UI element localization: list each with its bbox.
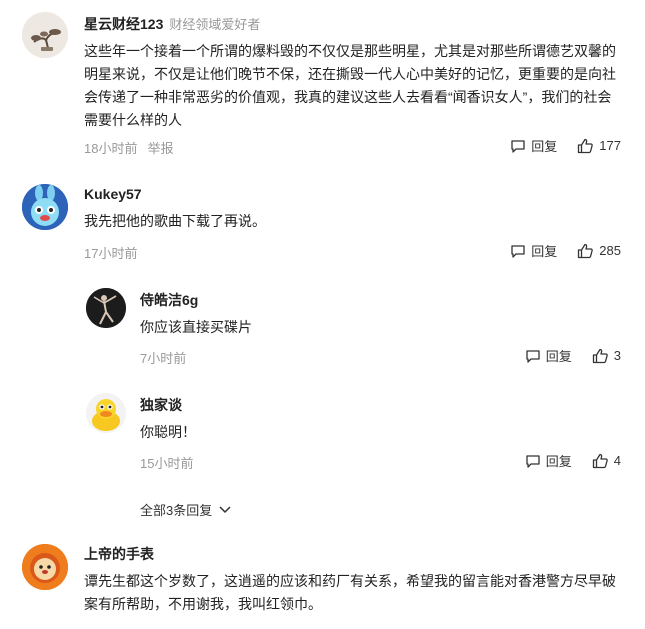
yellow-duck-avatar-icon <box>86 393 126 433</box>
reply-label: 回复 <box>531 244 558 259</box>
user-avatar[interactable] <box>86 288 126 328</box>
comment-text: 这些年一个接着一个所谓的爆料毁的不仅仅是那些明星，尤其是对那些所谓德艺双馨的明星… <box>84 43 616 128</box>
reply-label: 回复 <box>545 454 572 469</box>
username[interactable]: 星云财经123 财经领域爱好者 <box>84 14 260 34</box>
username[interactable]: 上帝的手表 <box>84 544 154 564</box>
chevron-down-icon <box>219 505 231 513</box>
reply-icon <box>526 454 540 468</box>
user-avatar[interactable] <box>22 544 68 590</box>
comment-time: 7小时前 <box>140 351 187 366</box>
user-avatar[interactable] <box>22 184 68 230</box>
dancer-avatar-icon <box>86 288 126 328</box>
reply-button[interactable]: 回复 <box>525 346 572 365</box>
comment-actions: 回复 177 <box>510 136 621 155</box>
reply-icon <box>526 349 540 363</box>
blue-bunny-avatar-icon <box>22 184 68 230</box>
comment-text: 谭先生都这个岁数了，这逍遥的应该和药厂有关系，希望我的留言能对香港警方尽早破案有… <box>84 573 616 612</box>
cartoon-lion-avatar-icon <box>22 544 68 590</box>
username[interactable]: Kukey57 <box>84 186 142 202</box>
reply-button[interactable]: 回复 <box>525 451 572 470</box>
comment-actions: 回复 3 <box>525 346 621 365</box>
show-all-replies-link[interactable]: 全部3条回复 <box>140 500 232 519</box>
reply-button[interactable]: 回复 <box>510 241 557 260</box>
thumbs-up-icon <box>592 453 608 468</box>
comment-time: 17小时前 <box>84 246 138 261</box>
comment-text: 你应该直接买碟片 <box>140 319 252 335</box>
like-count: 177 <box>599 138 621 153</box>
report-link[interactable]: 举报 <box>147 141 173 156</box>
like-button[interactable]: 3 <box>592 348 621 364</box>
comment-time: 15小时前 <box>140 456 194 471</box>
reply-label: 回复 <box>531 139 558 154</box>
like-button[interactable]: 285 <box>577 243 621 259</box>
like-button[interactable]: 177 <box>577 138 621 154</box>
thumbs-up-icon <box>592 348 608 363</box>
comment-meta: 18小时前 举报 <box>84 138 173 157</box>
like-count: 4 <box>613 453 621 468</box>
comment-text: 我先把他的歌曲下载了再说。 <box>84 213 266 229</box>
user-avatar[interactable] <box>86 393 126 433</box>
comment-actions: 回复 285 <box>510 241 621 260</box>
like-button[interactable]: 4 <box>592 453 621 469</box>
username[interactable]: 独家谈 <box>140 395 182 415</box>
user-avatar[interactable] <box>22 12 68 58</box>
thumbs-up-icon <box>578 243 594 258</box>
user-tag: 财经领域爱好者 <box>169 17 261 32</box>
username-text[interactable]: 星云财经123 <box>84 16 163 32</box>
thumbs-up-icon <box>578 138 594 153</box>
like-count: 285 <box>599 243 621 258</box>
reply-button[interactable]: 回复 <box>510 136 557 155</box>
bonsai-avatar-icon <box>22 12 68 58</box>
comment-text: 你聪明！ <box>140 424 196 440</box>
username[interactable]: 侍皓洁6g <box>140 290 198 310</box>
reply-icon <box>511 139 525 153</box>
comment-actions: 回复 4 <box>525 451 621 470</box>
show-all-replies-label: 全部3条回复 <box>140 503 213 518</box>
like-count: 3 <box>613 348 621 363</box>
reply-label: 回复 <box>545 349 572 364</box>
reply-icon <box>511 244 525 258</box>
comment-time: 18小时前 <box>84 141 138 156</box>
